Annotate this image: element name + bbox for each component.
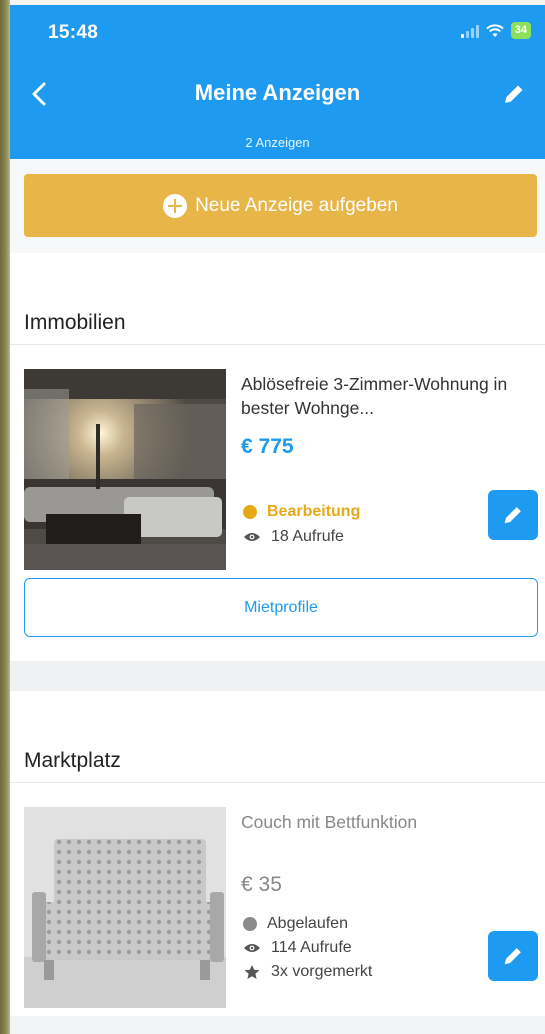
eye-icon [244, 533, 260, 541]
ad-photo-livingroom[interactable] [24, 369, 226, 570]
wifi-icon [486, 23, 504, 37]
saved-label: 3x vorgemerkt [271, 963, 373, 980]
ad-status: Bearbeitung [243, 503, 360, 521]
eye-icon [244, 944, 260, 952]
ad-photo-couch[interactable] [24, 807, 226, 1008]
ad-price: € 775 [241, 435, 294, 458]
ad-count: 2 Anzeigen [245, 135, 310, 150]
edit-ad-button[interactable] [488, 490, 538, 540]
plus-circle-icon [163, 193, 188, 218]
ad-views: 114 Aufrufe [243, 939, 352, 957]
background-frame [0, 0, 10, 1034]
status-label: Bearbeitung [267, 503, 361, 520]
section-title-immobilien: Immobilien [10, 253, 545, 345]
ad-views: 18 Aufrufe [243, 528, 344, 546]
new-ad-container: Neue Anzeige aufgeben [10, 159, 545, 253]
new-ad-button[interactable]: Neue Anzeige aufgeben [24, 174, 537, 237]
ad-price: € 35 [241, 873, 282, 896]
views-label: 114 Aufrufe [271, 939, 352, 956]
rental-profiles-button[interactable]: Mietprofile [24, 578, 538, 637]
page-title: Meine Anzeigen [194, 80, 361, 105]
status-dot-icon [243, 917, 257, 931]
ad-card[interactable]: Couch mit Bettfunktion € 35 Abgelaufen 1… [10, 783, 545, 1016]
app-header: 15:48 34 Meine Anzeigen 2 Anzeigen [10, 5, 545, 159]
ad-saved: 3x vorgemerkt [243, 963, 372, 981]
status-dot-icon [243, 505, 257, 519]
status-time: 15:48 [48, 22, 99, 43]
status-icons: 34 [460, 22, 531, 39]
edit-ad-button[interactable] [488, 931, 538, 981]
views-label: 18 Aufrufe [271, 528, 344, 545]
status-label: Abgelaufen [267, 915, 348, 932]
ad-title[interactable]: Couch mit Bettfunktion [241, 810, 541, 834]
ad-card[interactable]: Ablösefreie 3-Zimmer-Wohnung in bester W… [10, 345, 545, 661]
new-ad-label: Neue Anzeige aufgeben [195, 194, 398, 216]
pencil-icon [504, 948, 521, 965]
signal-icon [460, 24, 479, 38]
ad-title[interactable]: Ablösefreie 3-Zimmer-Wohnung in bester W… [241, 372, 541, 420]
battery-indicator: 34 [510, 22, 531, 39]
pencil-icon [504, 507, 521, 524]
ad-status: Abgelaufen [243, 915, 348, 933]
app-screen: 15:48 34 Meine Anzeigen 2 Anzeigen Neue … [10, 5, 545, 1034]
section-title-marktplatz: Marktplatz [10, 691, 545, 783]
star-icon [244, 965, 260, 979]
pencil-icon[interactable] [501, 81, 527, 107]
